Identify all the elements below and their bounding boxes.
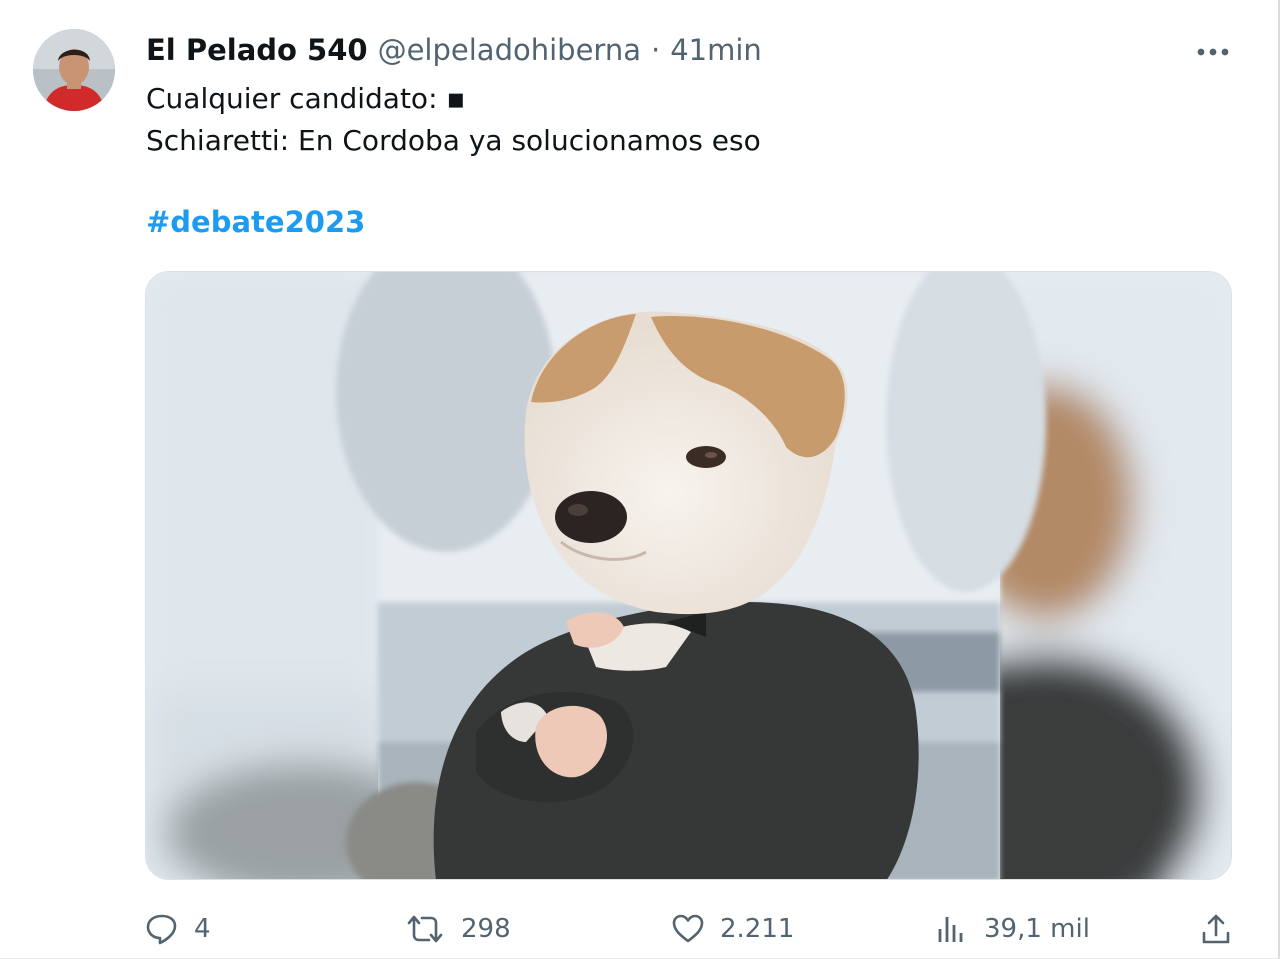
reply-button[interactable]: 4 xyxy=(144,905,211,953)
avatar[interactable] xyxy=(33,29,115,111)
reply-count: 4 xyxy=(194,914,211,944)
user-handle[interactable]: @elpeladohiberna xyxy=(378,33,641,67)
tweet-text-line-1: Cualquier candidato: ▪ xyxy=(146,82,466,115)
separator-dot: · xyxy=(650,33,661,67)
retweet-button[interactable]: 298 xyxy=(403,905,511,953)
share-button[interactable] xyxy=(1198,905,1234,953)
share-upload-icon xyxy=(1202,914,1230,944)
more-horizontal-icon xyxy=(1197,48,1229,56)
meme-image xyxy=(146,272,1231,879)
views-count: 39,1 mil xyxy=(984,914,1090,944)
more-options-button[interactable] xyxy=(1190,34,1236,70)
like-button[interactable]: 2.211 xyxy=(670,905,794,953)
tweet-actions: 4 298 2.211 39,1 mil xyxy=(0,905,1280,955)
heart-icon xyxy=(672,914,704,943)
tweet-card[interactable]: El Pelado 540 @elpeladohiberna · 41min C… xyxy=(0,0,1280,959)
retweet-icon xyxy=(407,915,443,943)
retweet-count: 298 xyxy=(461,914,511,944)
tweet-media[interactable] xyxy=(145,271,1232,880)
hashtag-link[interactable]: #debate2023 xyxy=(146,205,365,239)
avatar-image xyxy=(33,29,115,111)
reply-icon xyxy=(146,914,177,945)
like-count: 2.211 xyxy=(720,914,795,944)
timestamp[interactable]: 41min xyxy=(670,33,762,67)
views-button[interactable]: 39,1 mil xyxy=(934,905,1090,953)
tweet-text-line-2: Schiaretti: En Cordoba ya solucionamos e… xyxy=(146,124,761,157)
views-chart-icon xyxy=(938,917,963,942)
tweet-header: El Pelado 540 @elpeladohiberna · 41min xyxy=(146,30,762,70)
display-name[interactable]: El Pelado 540 xyxy=(146,33,368,67)
